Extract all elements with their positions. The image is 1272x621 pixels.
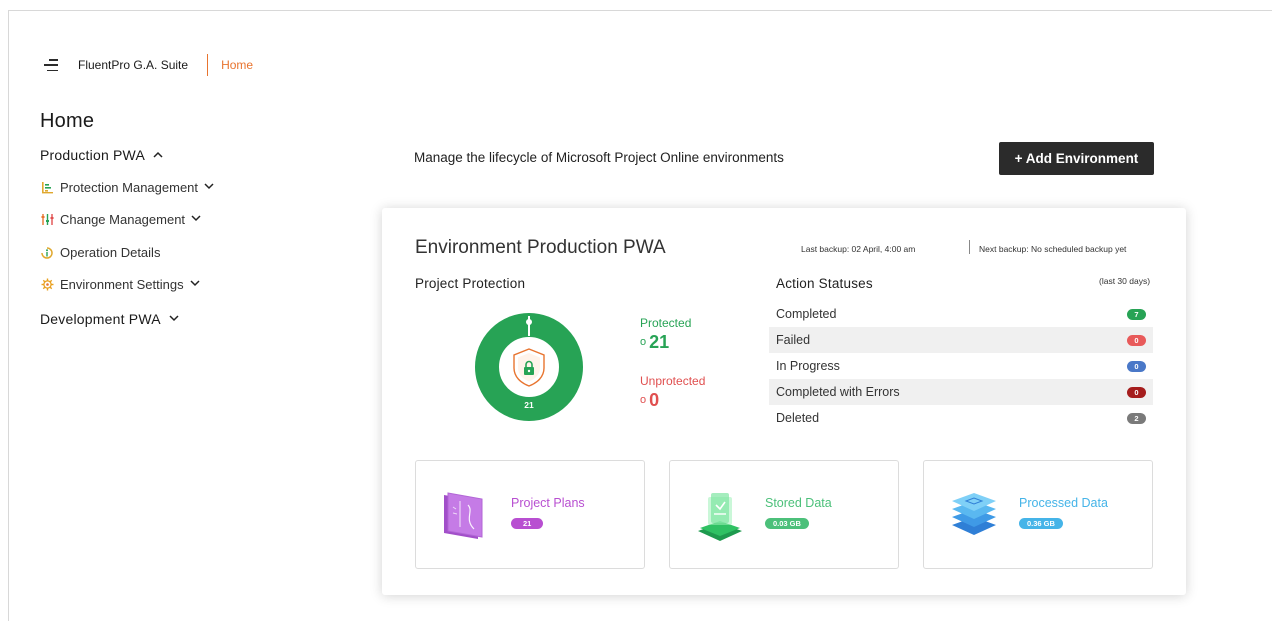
nav-group-development[interactable]: Development PWA (40, 311, 179, 327)
app-title[interactable]: FluentPro G.A. Suite (78, 58, 188, 72)
project-plans-icon (438, 487, 494, 543)
status-label: Completed (776, 307, 837, 321)
status-count-badge: 7 (1127, 308, 1146, 320)
sidebar-item-operation-details[interactable]: Operation Details (40, 245, 160, 260)
protected-value: o 21 (640, 332, 670, 352)
tile-value-badge: 21 (511, 518, 544, 529)
chevron-down-icon (190, 279, 200, 290)
unprotected-label: Unprotected (640, 374, 706, 388)
backup-separator (969, 240, 970, 254)
status-row-failed[interactable]: Failed 0 (769, 327, 1153, 353)
info-icon (40, 246, 54, 260)
sidebar-item-label: Environment Settings (60, 277, 184, 292)
breadcrumb-home[interactable]: Home (221, 58, 253, 72)
sidebar-item-label: Operation Details (60, 245, 161, 260)
action-status-list: Completed 7 Failed 0 In Progress 0 Compl… (769, 301, 1153, 431)
nav-group-label: Development PWA (40, 311, 161, 327)
tile-value-badge: 0.03 GB (765, 518, 809, 529)
page-title: Home (40, 110, 95, 132)
action-statuses-heading: Action Statuses (776, 276, 873, 291)
status-label: Deleted (776, 411, 820, 425)
add-environment-button[interactable]: + Add Environment (999, 142, 1154, 175)
tile-label: Project Plans (511, 496, 585, 510)
tile-label: Stored Data (765, 496, 832, 510)
tile-stored-data[interactable]: Stored Data 0.03 GB (669, 460, 899, 569)
status-label: In Progress (776, 359, 840, 373)
sidebar-item-environment-settings[interactable]: Environment Settings (40, 277, 200, 292)
status-count-badge: 2 (1127, 412, 1146, 424)
shield-lock-icon (513, 348, 545, 387)
breadcrumb-separator (207, 54, 209, 76)
sidebar-item-label: Change Management (60, 212, 186, 227)
protected-label: Protected (640, 316, 692, 330)
chevron-down-icon (204, 182, 214, 193)
status-label: Failed (776, 333, 811, 347)
chevron-down-icon (191, 214, 201, 225)
sidebar-item-change-management[interactable]: Change Management (40, 212, 201, 227)
sidebar-item-protection-management[interactable]: Protection Management (40, 180, 214, 195)
status-label: Completed with Errors (776, 385, 900, 399)
status-count-badge: 0 (1127, 386, 1146, 398)
project-protection-heading: Project Protection (415, 276, 526, 291)
sidebar-item-label: Protection Management (60, 180, 199, 195)
page-description: Manage the lifecycle of Microsoft Projec… (414, 150, 784, 165)
tile-project-plans[interactable]: Project Plans 21 (415, 460, 645, 569)
status-row-completed-with-errors[interactable]: Completed with Errors 0 (769, 379, 1153, 405)
bar-chart-icon (40, 181, 54, 195)
next-backup-text: Next backup: No scheduled backup yet (979, 244, 1127, 254)
chevron-down-icon (169, 313, 179, 325)
gear-icon (40, 278, 54, 292)
nav-group-label: Production PWA (40, 147, 145, 163)
tile-value-badge: 0.36 GB (1019, 518, 1063, 529)
last-backup-text: Last backup: 02 April, 4:00 am (801, 244, 916, 254)
environment-card: Environment Production PWA Last backup: … (382, 208, 1186, 595)
environment-title: Environment Production PWA (415, 237, 666, 258)
tile-processed-data[interactable]: Processed Data 0.36 GB (923, 460, 1153, 569)
top-bar: FluentPro G.A. Suite Home (44, 53, 253, 77)
status-row-in-progress[interactable]: In Progress 0 (769, 353, 1153, 379)
status-row-deleted[interactable]: Deleted 2 (769, 405, 1153, 431)
sliders-icon (40, 213, 54, 227)
stored-data-icon (692, 487, 748, 543)
unprotected-value: o0 (640, 390, 660, 410)
tile-label: Processed Data (1019, 496, 1108, 510)
protection-donut: 21 (474, 312, 584, 422)
status-row-completed[interactable]: Completed 7 (769, 301, 1153, 327)
donut-total: 21 (524, 400, 534, 410)
menu-icon[interactable] (44, 59, 58, 71)
chevron-up-icon (153, 149, 163, 161)
status-count-badge: 0 (1127, 360, 1146, 372)
processed-data-icon (946, 487, 1002, 543)
nav-group-production[interactable]: Production PWA (40, 147, 163, 163)
period-label: (last 30 days) (1099, 276, 1151, 286)
status-count-badge: 0 (1127, 334, 1146, 346)
